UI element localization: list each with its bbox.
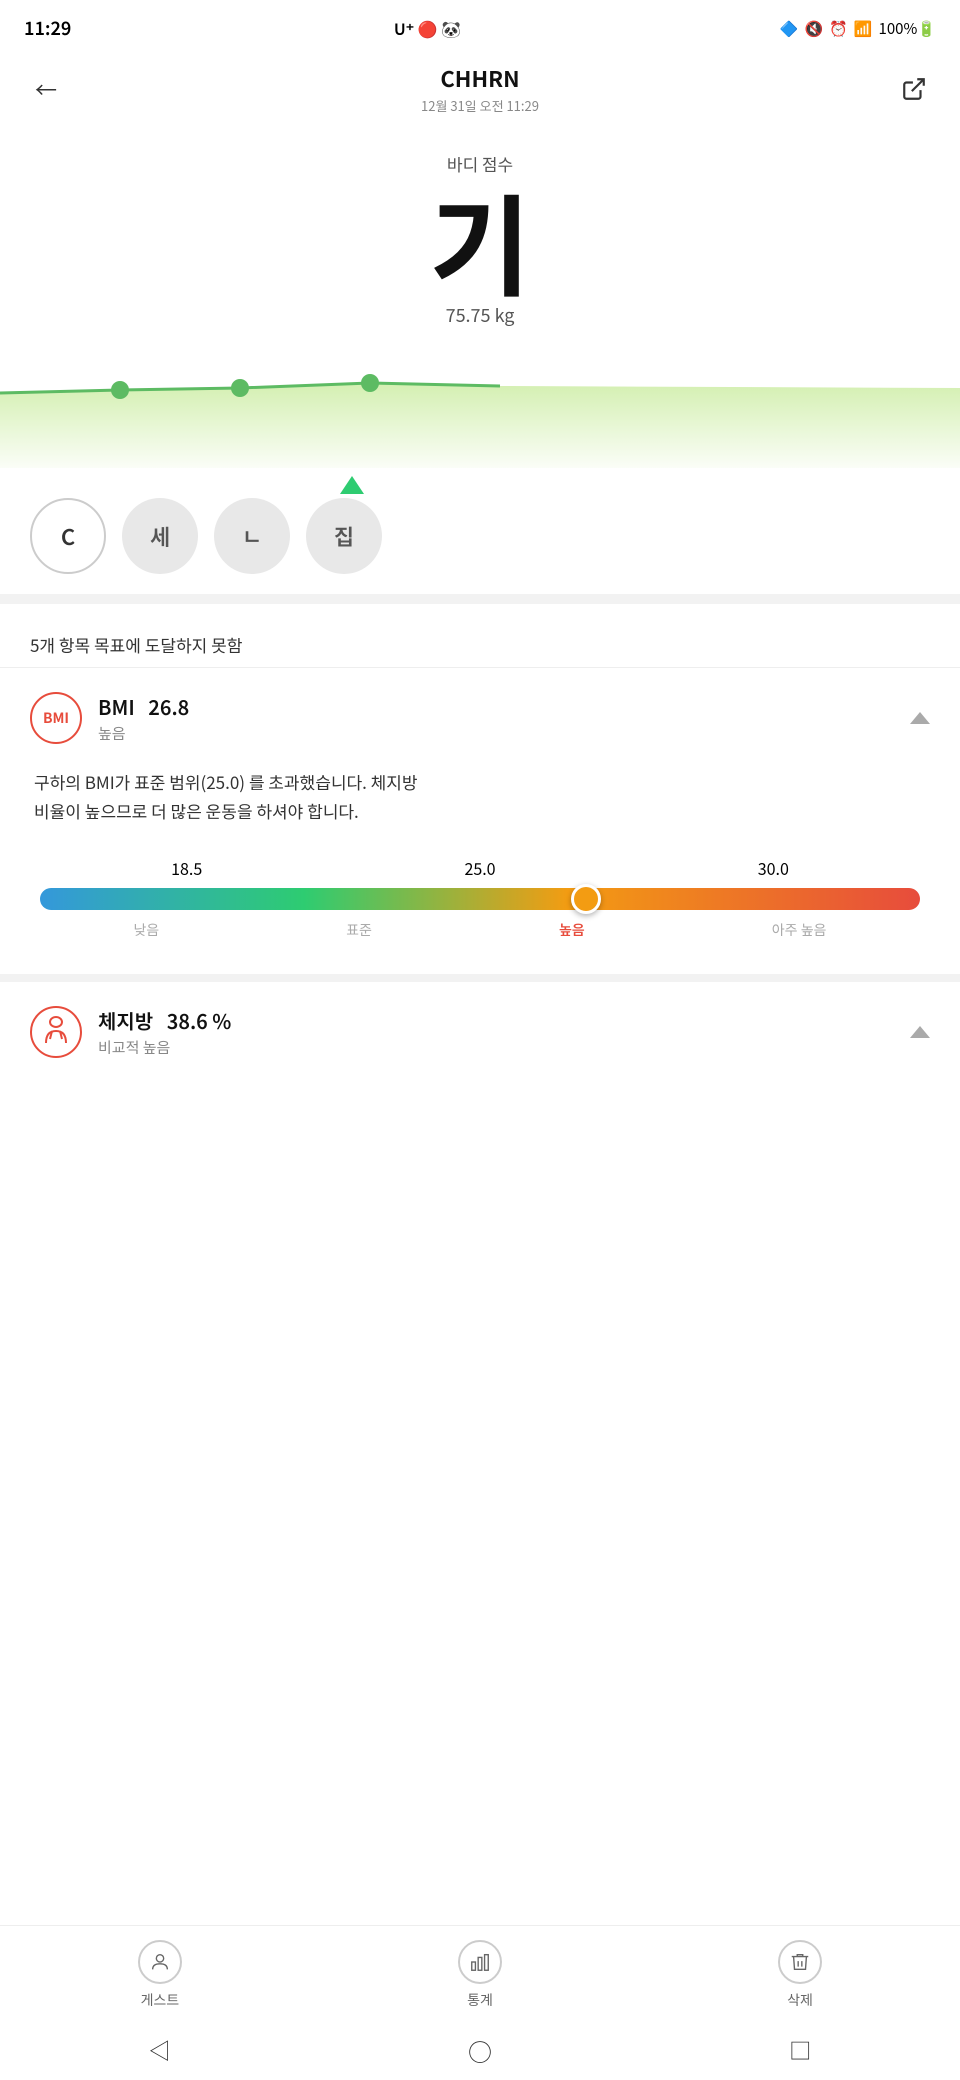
bodyfat-title: 체지방 38.6 % [98,1006,231,1035]
bodyfat-left: 체지방 38.6 % 비교적 높음 [30,1006,231,1058]
alarm-icon: ⏰ [829,18,848,39]
bodyfat-metric-card: 체지방 38.6 % 비교적 높음 [0,974,960,1082]
bodyfat-status: 비교적 높음 [98,1037,231,1058]
nav-delete[interactable]: 삭제 [778,1940,822,2010]
bmi-header: BMI BMI 26.8 높음 [30,692,930,744]
share-button[interactable] [892,67,936,111]
summary-section: 5개 항목 목표에 도달하지 못함 [0,604,960,667]
score-weight: 75.75 kg [0,302,960,328]
bmi-labels: 낮음 표준 높음 아주 높음 [40,920,920,940]
indicator-area [0,476,960,494]
weight-chart [0,338,960,468]
bmi-collapse-button[interactable] [910,712,930,724]
bmi-metric-card: BMI BMI 26.8 높음 구하의 BMI가 표준 범위(25.0) 를 초… [0,667,960,974]
bmi-icon-label: BMI [43,708,69,728]
bmi-label-high: 높음 [559,920,585,940]
bmi-num-1: 18.5 [171,856,202,880]
circle-n[interactable]: ㄴ [214,498,290,574]
bodyfat-icon [30,1006,82,1058]
circle-jip[interactable]: 집 [306,498,382,574]
signal-icon: 📶 [854,18,873,39]
android-nav-bar: ◁ ○ □ [0,2020,960,2080]
nav-delete-label: 삭제 [787,1990,813,2010]
bmi-icon: BMI [30,692,82,744]
bmi-description: 구하의 BMI가 표준 범위(25.0) 를 초과했습니다. 체지방비율이 높으… [30,768,930,826]
bmi-bar [40,888,920,910]
nav-stats[interactable]: 통계 [458,1940,502,2010]
bluetooth-icon: 🔷 [780,18,799,39]
delete-icon [778,1940,822,1984]
circles-row: C 세 ㄴ 집 [0,498,960,574]
bodyfat-icon-label [42,1015,70,1048]
bottom-navigation: 게스트 통계 삭제 [0,1925,960,2020]
bmi-scale: 18.5 25.0 30.0 낮음 표준 높음 아주 높음 [40,856,920,940]
bmi-title: BMI 26.8 [98,692,189,721]
status-time: 11:29 [24,15,71,41]
bmi-label-low: 낮음 [134,920,160,940]
circle-se[interactable]: 세 [122,498,198,574]
bmi-indicator [571,884,601,914]
score-value: 기 [0,184,960,294]
bodyfat-title-block: 체지방 38.6 % 비교적 높음 [98,1006,231,1058]
nav-guest-label: 게스트 [141,1990,180,2010]
summary-text: 5개 항목 목표에 도달하지 못함 [30,632,242,657]
bmi-status: 높음 [98,723,189,744]
body-score-section: 바디 점수 기 75.75 kg [0,121,960,338]
guest-icon [138,1940,182,1984]
section-divider [0,594,960,604]
nav-stats-label: 통계 [467,1990,493,2010]
mute-icon: 🔇 [804,18,823,39]
bmi-bar-container [40,888,920,910]
status-icons: 🔷 🔇 ⏰ 📶 100%🔋 [780,18,936,39]
stats-icon [458,1940,502,1984]
bmi-label-very-high: 아주 높음 [772,920,827,940]
status-bar: 11:29 U⁺ 🔴 🐼 🔷 🔇 ⏰ 📶 100%🔋 [0,0,960,52]
bmi-label-normal: 표준 [346,920,372,940]
position-triangle [340,476,364,494]
bmi-left: BMI BMI 26.8 높음 [30,692,189,744]
bodyfat-header: 체지방 38.6 % 비교적 높음 [30,1006,930,1058]
bmi-num-3: 30.0 [758,856,789,880]
bmi-num-2: 25.0 [464,856,495,880]
bodyfat-collapse-button[interactable] [910,1026,930,1038]
header-title-block: CHHRN 12월 31일 오전 11:29 [68,62,892,115]
header-title: CHHRN [68,62,892,94]
back-button[interactable]: ← [24,67,68,111]
nav-home-button[interactable]: ○ [468,2033,492,2068]
nav-recent-button[interactable]: □ [789,2034,811,2066]
header-subtitle: 12월 31일 오전 11:29 [68,96,892,115]
circle-c[interactable]: C [30,498,106,574]
bmi-title-block: BMI 26.8 높음 [98,692,189,744]
header: ← CHHRN 12월 31일 오전 11:29 [0,52,960,121]
carrier-label: U⁺ 🔴 🐼 [394,16,461,40]
battery-label: 100%🔋 [879,18,936,39]
nav-back-button[interactable]: ◁ [149,2034,171,2066]
bmi-numbers: 18.5 25.0 30.0 [40,856,920,880]
nav-guest[interactable]: 게스트 [138,1940,182,2010]
